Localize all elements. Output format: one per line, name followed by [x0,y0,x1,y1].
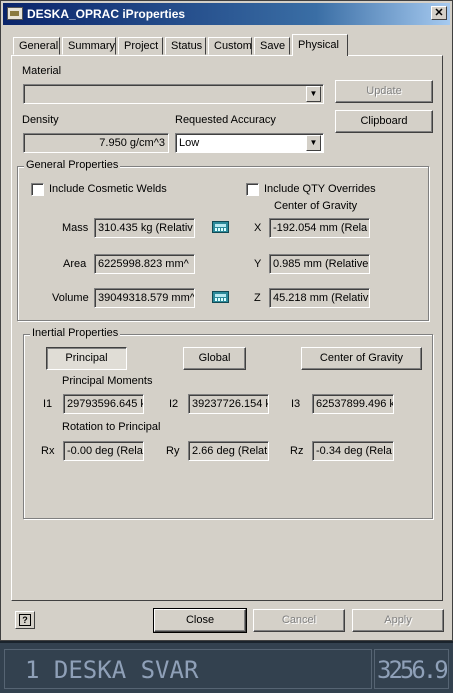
chevron-down-icon[interactable]: ▼ [306,135,321,151]
general-properties-title: General Properties [24,159,121,171]
include-cosmetic-welds-label: Include Cosmetic Welds [49,183,167,195]
accuracy-label: Requested Accuracy [175,114,276,126]
tab-summary[interactable]: Summary [62,37,116,55]
i3-field: 62537899.496 k [312,394,394,414]
status-mass: 3256.9 kg [374,649,449,689]
i1-label: I1 [43,398,53,410]
cog-x-field: -192.054 mm (Rela [269,218,370,238]
accuracy-select[interactable]: Low [175,133,324,153]
status-part-name: 1 DESKA SVAR [4,649,372,689]
rx-field: -0.00 deg (Rela [63,441,144,461]
ry-label: Ry [166,445,180,457]
tab-physical[interactable]: Physical [292,34,348,56]
update-button[interactable]: Update [335,80,433,103]
material-combo[interactable] [23,84,324,104]
i3-label: I3 [291,398,301,410]
chevron-down-icon[interactable]: ▼ [306,86,321,102]
center-of-gravity-button[interactable]: Center of Gravity [301,347,422,370]
material-label: Material [22,65,62,77]
calculator-icon[interactable] [212,221,229,233]
rx-label: Rx [41,445,55,457]
principal-moments-label: Principal Moments [62,375,153,387]
tab-project[interactable]: Project [118,37,163,55]
cog-y-field: 0.985 mm (Relative [269,254,370,274]
cog-x-label: X [254,222,262,234]
density-field: 7.950 g/cm^3 [23,133,169,153]
title-bar[interactable]: DESKA_OPRAC iProperties ✕ [3,3,450,25]
close-icon[interactable]: ✕ [431,6,447,20]
principal-button[interactable]: Principal [46,347,127,370]
tab-save[interactable]: Save [254,37,290,55]
inertial-properties-group: Inertial Properties Principal Global Cen… [23,327,433,519]
close-button[interactable]: Close [153,608,247,633]
volume-field: 39049318.579 mm^ [94,288,195,308]
area-label: Area [63,258,87,270]
include-cosmetic-welds-checkbox[interactable] [31,183,44,196]
global-button[interactable]: Global [183,347,246,370]
mass-field: 310.435 kg (Relativ [94,218,195,238]
rz-label: Rz [290,445,304,457]
ry-field: 2.66 deg (Relat [188,441,269,461]
general-properties-group: General Properties Include Cosmetic Weld… [17,159,429,321]
volume-label: Volume [52,292,89,304]
apply-button[interactable]: Apply [352,609,444,632]
status-bar: 1 DESKA SVAR 3256.9 kg [0,641,453,693]
tab-custom[interactable]: Custom [208,37,252,55]
iproperties-dialog: DESKA_OPRAC iProperties ✕ General Summar… [0,0,453,641]
i2-label: I2 [169,398,179,410]
center-of-gravity-heading: Center of Gravity [274,200,358,212]
physical-panel: Material ▼ Update Clipboard Density 7.95… [11,55,443,601]
clipboard-button[interactable]: Clipboard [335,110,433,133]
cancel-button[interactable]: Cancel [253,609,345,632]
help-icon: ? [19,614,31,626]
i1-field: 29793596.645 k [63,394,144,414]
tab-status[interactable]: Status [165,37,206,55]
calculator-icon[interactable] [212,291,229,303]
cog-z-label: Z [254,292,261,304]
density-label: Density [22,114,59,126]
inertial-properties-title: Inertial Properties [30,327,121,339]
cog-z-field: 45.218 mm (Relativ [269,288,370,308]
mass-label: Mass [62,222,89,234]
app-icon [7,7,23,20]
rz-field: -0.34 deg (Rela [312,441,394,461]
include-qty-overrides-checkbox[interactable] [246,183,259,196]
include-qty-overrides-label: Include QTY Overrides [264,183,376,195]
cog-y-label: Y [254,258,262,270]
tab-general[interactable]: General [13,37,60,55]
rotation-to-principal-label: Rotation to Principal [62,421,161,433]
help-button[interactable]: ? [15,611,35,629]
area-field: 6225998.823 mm^ [94,254,195,274]
i2-field: 39237726.154 k [188,394,269,414]
window-title: DESKA_OPRAC iProperties [27,7,186,21]
